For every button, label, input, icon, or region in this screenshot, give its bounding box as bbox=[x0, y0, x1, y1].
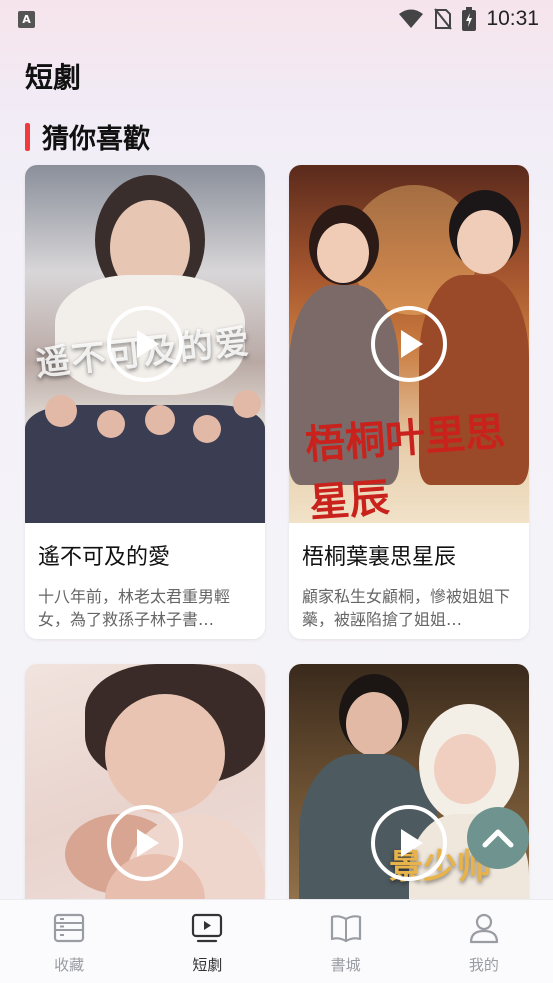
play-icon bbox=[401, 330, 423, 358]
poster-title-art: 梧桐叶里思星辰 bbox=[303, 407, 507, 523]
user-icon bbox=[468, 912, 500, 944]
drama-description: 十八年前，林老太君重男輕女，為了救孫子林子書… bbox=[38, 587, 231, 629]
nav-label: 收藏 bbox=[54, 956, 85, 974]
nav-label: 我的 bbox=[468, 956, 499, 974]
drama-card[interactable]: 梧桐叶里思星辰 梧桐葉裏思星辰 顧家私生女顧桐，慘被姐姐下藥，被誣陷搶了姐姐… bbox=[289, 165, 529, 639]
drama-title[interactable]: 梧桐葉裏思星辰 bbox=[289, 523, 529, 571]
play-button[interactable] bbox=[107, 805, 183, 881]
nav-item-collection[interactable]: 收藏 bbox=[0, 900, 138, 983]
drama-poster[interactable]: 梧桐叶里思星辰 bbox=[289, 165, 529, 523]
play-icon bbox=[137, 330, 159, 358]
video-icon bbox=[191, 912, 223, 944]
nav-item-short-drama[interactable]: 短劇 bbox=[138, 900, 276, 983]
collection-icon bbox=[53, 912, 85, 944]
drama-title[interactable]: 遙不可及的愛 bbox=[25, 523, 265, 571]
book-icon bbox=[330, 912, 362, 944]
nav-item-bookstore[interactable]: 書城 bbox=[277, 900, 415, 983]
play-icon bbox=[137, 829, 159, 857]
drama-poster[interactable]: 遥不可及的爱 bbox=[25, 165, 265, 523]
nav-label: 書城 bbox=[330, 956, 361, 974]
drama-grid: 遥不可及的爱 遙不可及的愛 十八年前，林老太君重男輕女，為了救孫子林子書… 梧桐… bbox=[0, 0, 553, 964]
bottom-nav: 收藏 短劇 書城 我的 bbox=[0, 899, 553, 983]
nav-label: 短劇 bbox=[192, 956, 223, 974]
play-icon bbox=[401, 829, 423, 857]
nav-item-profile[interactable]: 我的 bbox=[415, 900, 553, 983]
chevron-up-icon bbox=[482, 829, 514, 848]
drama-description: 顧家私生女顧桐，慘被姐姐下藥，被誣陷搶了姐姐… bbox=[302, 587, 511, 629]
play-button[interactable] bbox=[371, 306, 447, 382]
drama-card[interactable]: 遥不可及的爱 遙不可及的愛 十八年前，林老太君重男輕女，為了救孫子林子書… bbox=[25, 165, 265, 639]
play-button[interactable] bbox=[107, 306, 183, 382]
play-button[interactable] bbox=[371, 805, 447, 881]
scroll-to-top-button[interactable] bbox=[467, 807, 529, 869]
